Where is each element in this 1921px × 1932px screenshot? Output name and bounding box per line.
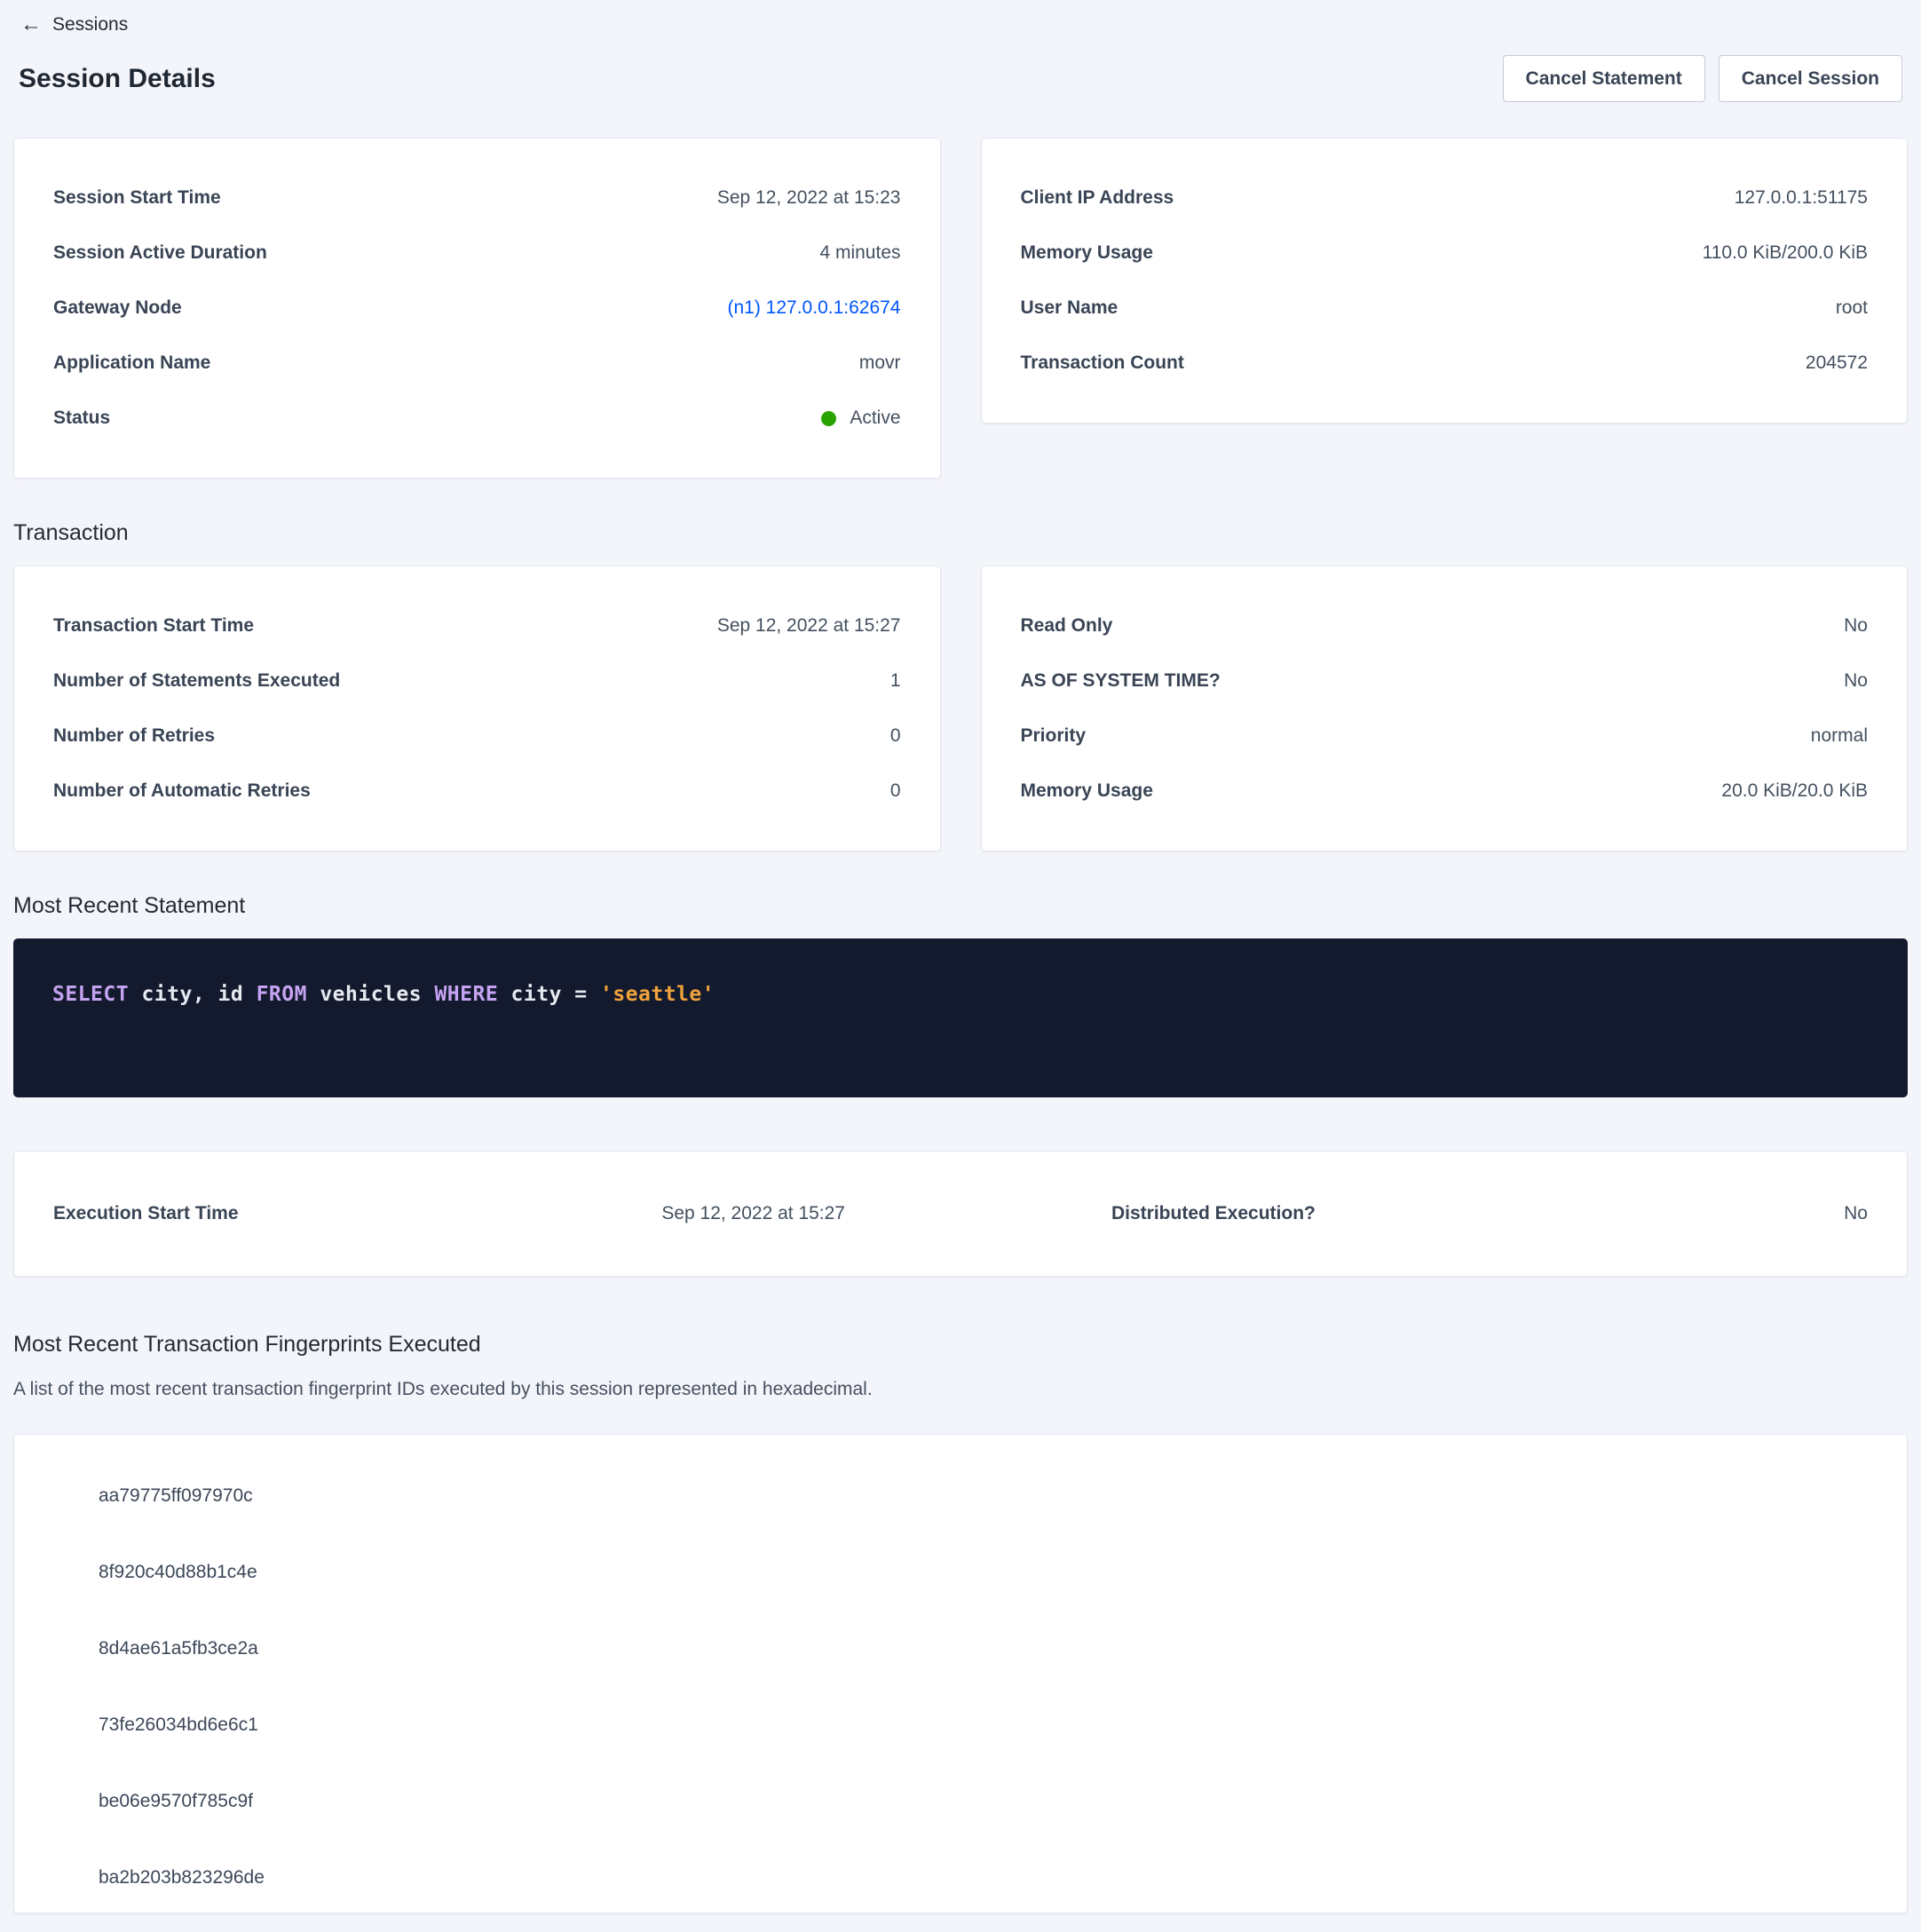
row-value: 0: [890, 725, 901, 747]
row-value: movr: [859, 352, 901, 374]
row-label: Application Name: [53, 352, 210, 374]
summary-row: Transaction Count 204572: [1021, 336, 1869, 391]
summary-row: Application Name movr: [53, 336, 901, 391]
sql-text: city, id: [141, 983, 256, 1006]
row-label: Distributed Execution?: [1111, 1203, 1316, 1224]
fingerprint-item: 73fe26034bd6e6c1: [99, 1687, 1868, 1763]
summary-row: User Name root: [1021, 281, 1869, 336]
summary-row: Memory Usage 110.0 KiB/200.0 KiB: [1021, 226, 1869, 281]
transaction-card-left: Transaction Start Time Sep 12, 2022 at 1…: [13, 566, 941, 851]
page-header: Session Details Cancel Statement Cancel …: [13, 55, 1908, 102]
summary-row: Read Only No: [1021, 598, 1869, 653]
row-value: 0: [890, 780, 901, 802]
summary-row: Gateway Node (n1) 127.0.0.1:62674: [53, 281, 901, 336]
status-badge: Active: [821, 408, 900, 429]
page-title: Session Details: [19, 64, 216, 94]
row-label: Client IP Address: [1021, 187, 1174, 209]
sql-text: vehicles: [320, 983, 434, 1006]
row-value: 110.0 KiB/200.0 KiB: [1703, 242, 1868, 264]
summary-row: Memory Usage 20.0 KiB/20.0 KiB: [1021, 764, 1869, 819]
row-value: 127.0.0.1:51175: [1735, 187, 1868, 209]
row-label: User Name: [1021, 297, 1119, 319]
fingerprint-item: be06e9570f785c9f: [99, 1763, 1868, 1840]
summary-row: Transaction Start Time Sep 12, 2022 at 1…: [53, 598, 901, 653]
fingerprints-section-title: Most Recent Transaction Fingerprints Exe…: [13, 1332, 1908, 1358]
distributed-execution-pair: Distributed Execution? No: [960, 1203, 1907, 1224]
fingerprint-item: 8f920c40d88b1c4e: [99, 1534, 1868, 1611]
row-value: Sep 12, 2022 at 15:23: [717, 187, 901, 209]
row-label: Transaction Start Time: [53, 615, 254, 637]
transaction-grid: Transaction Start Time Sep 12, 2022 at 1…: [13, 566, 1908, 851]
row-value: Sep 12, 2022 at 15:27: [717, 615, 901, 637]
row-label: Read Only: [1021, 615, 1113, 637]
breadcrumb-label: Sessions: [52, 14, 128, 36]
summary-row: Client IP Address 127.0.0.1:51175: [1021, 170, 1869, 226]
row-label: Session Start Time: [53, 187, 221, 209]
session-details-page: ← Sessions Session Details Cancel Statem…: [0, 0, 1921, 1913]
summary-row: Priority normal: [1021, 709, 1869, 764]
row-label: Gateway Node: [53, 297, 182, 319]
summary-row: Number of Automatic Retries 0: [53, 764, 901, 819]
row-label: Transaction Count: [1021, 352, 1184, 374]
row-value: 4 minutes: [819, 242, 900, 264]
gateway-node-link[interactable]: (n1) 127.0.0.1:62674: [728, 297, 901, 319]
transaction-card-right: Read Only No AS OF SYSTEM TIME? No Prior…: [981, 566, 1909, 851]
row-label: AS OF SYSTEM TIME?: [1021, 670, 1221, 692]
status-text: Active: [850, 408, 900, 429]
row-label: Execution Start Time: [53, 1203, 239, 1224]
sql-statement-box: SELECT city, id FROM vehicles WHERE city…: [13, 938, 1908, 1097]
summary-row: Session Start Time Sep 12, 2022 at 15:23: [53, 170, 901, 226]
sql-keyword: WHERE: [434, 983, 510, 1006]
fingerprints-card: aa79775ff097970c 8f920c40d88b1c4e 8d4ae6…: [13, 1434, 1908, 1913]
sql-string-literal: 'seattle': [600, 983, 715, 1006]
transaction-section-title: Transaction: [13, 520, 1908, 546]
summary-row: Number of Retries 0: [53, 709, 901, 764]
row-value: Sep 12, 2022 at 15:27: [661, 1203, 845, 1224]
row-label: Number of Statements Executed: [53, 670, 340, 692]
back-arrow-icon: ←: [20, 14, 42, 36]
summary-row: Status Active: [53, 391, 901, 446]
cancel-session-button[interactable]: Cancel Session: [1719, 55, 1902, 102]
fingerprint-item: aa79775ff097970c: [99, 1458, 1868, 1534]
row-label: Priority: [1021, 725, 1087, 747]
execution-start-time-pair: Execution Start Time Sep 12, 2022 at 15:…: [14, 1203, 960, 1224]
sql-text: city =: [511, 983, 600, 1006]
session-summary-card-right: Client IP Address 127.0.0.1:51175 Memory…: [981, 138, 1909, 424]
sql-keyword: SELECT: [52, 983, 141, 1006]
statement-section-title: Most Recent Statement: [13, 893, 1908, 919]
row-value: No: [1844, 670, 1868, 692]
row-label: Number of Retries: [53, 725, 215, 747]
row-label: Number of Automatic Retries: [53, 780, 311, 802]
row-label: Status: [53, 408, 110, 429]
fingerprint-item: 8d4ae61a5fb3ce2a: [99, 1611, 1868, 1687]
row-label: Memory Usage: [1021, 242, 1153, 264]
cancel-statement-button[interactable]: Cancel Statement: [1503, 55, 1705, 102]
status-active-dot-icon: [821, 411, 836, 426]
row-label: Session Active Duration: [53, 242, 267, 264]
row-label: Memory Usage: [1021, 780, 1153, 802]
summary-row: Number of Statements Executed 1: [53, 653, 901, 709]
execution-card: Execution Start Time Sep 12, 2022 at 15:…: [13, 1151, 1908, 1277]
summary-row: Session Active Duration 4 minutes: [53, 226, 901, 281]
row-value: No: [1844, 615, 1868, 637]
breadcrumb-back-sessions[interactable]: ← Sessions: [13, 11, 135, 39]
row-value: root: [1836, 297, 1868, 319]
row-value: 20.0 KiB/20.0 KiB: [1721, 780, 1868, 802]
row-value: 1: [890, 670, 901, 692]
row-value: No: [1844, 1203, 1868, 1224]
row-value: 204572: [1806, 352, 1868, 374]
row-value: normal: [1811, 725, 1868, 747]
fingerprint-item: ba2b203b823296de: [99, 1840, 1868, 1913]
summary-row: AS OF SYSTEM TIME? No: [1021, 653, 1869, 709]
sql-keyword: FROM: [257, 983, 320, 1006]
session-summary-card-left: Session Start Time Sep 12, 2022 at 15:23…: [13, 138, 941, 479]
fingerprints-description: A list of the most recent transaction fi…: [13, 1379, 1908, 1400]
header-actions: Cancel Statement Cancel Session: [1503, 55, 1902, 102]
session-summary-grid: Session Start Time Sep 12, 2022 at 15:23…: [13, 138, 1908, 479]
